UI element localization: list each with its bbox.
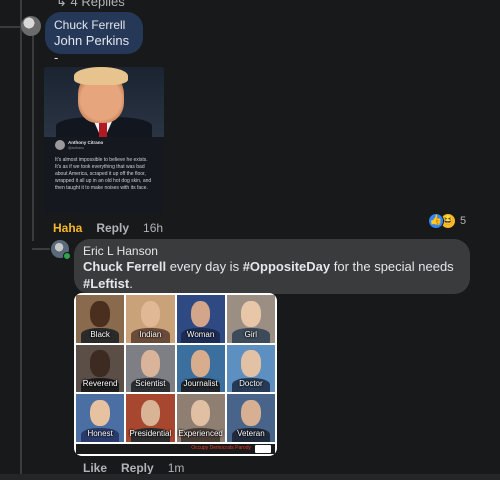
online-status-icon <box>63 252 71 260</box>
thread-line-vertical <box>20 0 22 480</box>
thread-line-curve <box>32 36 34 241</box>
hair-shape <box>74 67 128 85</box>
tweet-name: Anthony Citrano <box>68 140 104 145</box>
meme-tile: Girl <box>226 295 275 343</box>
tweet-text: It's almost impossible to believe he exi… <box>55 157 152 191</box>
shared-image[interactable]: Anthony Citrano @acitrano It's almost im… <box>44 67 164 214</box>
logo-icon <box>255 445 271 453</box>
meme-footer-text: Occupy Democrats Parody <box>191 445 251 451</box>
avatar[interactable] <box>21 16 41 36</box>
comment-bubble: Chuck Ferrell John Perkins - <box>45 12 143 65</box>
meme-image[interactable]: Black Indian Woman Girl Reverend Scienti… <box>74 293 277 456</box>
meme-tile: Veteran <box>226 394 275 442</box>
meme-tile: Reverend <box>76 344 125 393</box>
tile-label: Doctor <box>239 379 263 389</box>
reply-box-edge[interactable] <box>0 474 500 480</box>
tile-label: Black <box>90 329 110 339</box>
tile-label: Woman <box>186 329 215 339</box>
hashtag-link[interactable]: #Leftist <box>83 276 129 291</box>
comment-actions: Haha Reply 16h <box>53 221 163 235</box>
reaction-summary[interactable]: 👍 😆 5 <box>428 212 466 230</box>
comment-bubble: Eric L Hanson Chuck Ferrell every day is… <box>74 239 470 294</box>
meme-tile: Scientist <box>126 344 175 393</box>
text-segment: every day is <box>166 259 243 274</box>
thread-line-branch <box>0 26 21 28</box>
reaction-count: 5 <box>460 215 467 227</box>
meme-tile: Honest <box>76 394 125 442</box>
tile-label: Reverend <box>82 379 118 389</box>
mention-link[interactable]: Chuck Ferrell <box>83 259 166 274</box>
meme-tile: Experienced <box>176 394 225 442</box>
comment-text: Chuck Ferrell every day is #OppositeDay … <box>83 258 461 292</box>
thread-line-branch-2 <box>32 248 50 250</box>
haha-reaction-button[interactable]: Haha <box>53 221 82 235</box>
timestamp[interactable]: 1m <box>168 461 185 475</box>
tweet-avatar <box>55 140 65 150</box>
like-button[interactable]: Like <box>83 461 107 475</box>
meme-tile: Indian <box>126 295 175 343</box>
tile-label: Experienced <box>178 429 223 438</box>
replies-link[interactable]: ↳ 4 Replies <box>56 0 125 10</box>
timestamp[interactable]: 16h <box>143 221 163 235</box>
tile-label: Girl <box>244 329 258 339</box>
comment-text: John Perkins - <box>54 33 130 65</box>
text-segment: for the special needs <box>330 259 454 274</box>
tie-shape <box>99 122 107 138</box>
reply-button[interactable]: Reply <box>96 221 129 235</box>
meme-footer: Occupy Democrats Parody <box>76 444 275 454</box>
tile-label: Honest <box>87 429 113 438</box>
tile-label: Scientist <box>135 379 166 389</box>
comment-actions: Like Reply 1m <box>83 461 184 475</box>
meme-tile: Doctor <box>226 344 275 393</box>
comment-author[interactable]: Chuck Ferrell <box>54 18 134 32</box>
meme-grid: Black Indian Woman Girl Reverend Scienti… <box>76 295 275 442</box>
like-icon: 👍 <box>428 213 444 229</box>
meme-tile: Journalist <box>176 344 225 393</box>
tile-label: Presidential <box>129 429 172 438</box>
meme-tile: Woman <box>176 295 225 343</box>
portrait-photo <box>44 67 164 139</box>
tile-label: Veteran <box>237 429 265 438</box>
text-segment: . <box>129 276 133 291</box>
hashtag-link[interactable]: #OppositeDay <box>243 259 330 274</box>
tile-label: Indian <box>139 329 162 339</box>
meme-tile: Black <box>76 295 125 343</box>
tile-label: Journalist <box>183 379 218 389</box>
tweet-handle: @acitrano <box>68 146 85 150</box>
comment-author[interactable]: Eric L Hanson <box>83 244 461 258</box>
replies-label[interactable]: 4 Replies <box>71 0 125 9</box>
reply-button[interactable]: Reply <box>121 461 154 475</box>
meme-tile: Presidential <box>126 394 175 442</box>
